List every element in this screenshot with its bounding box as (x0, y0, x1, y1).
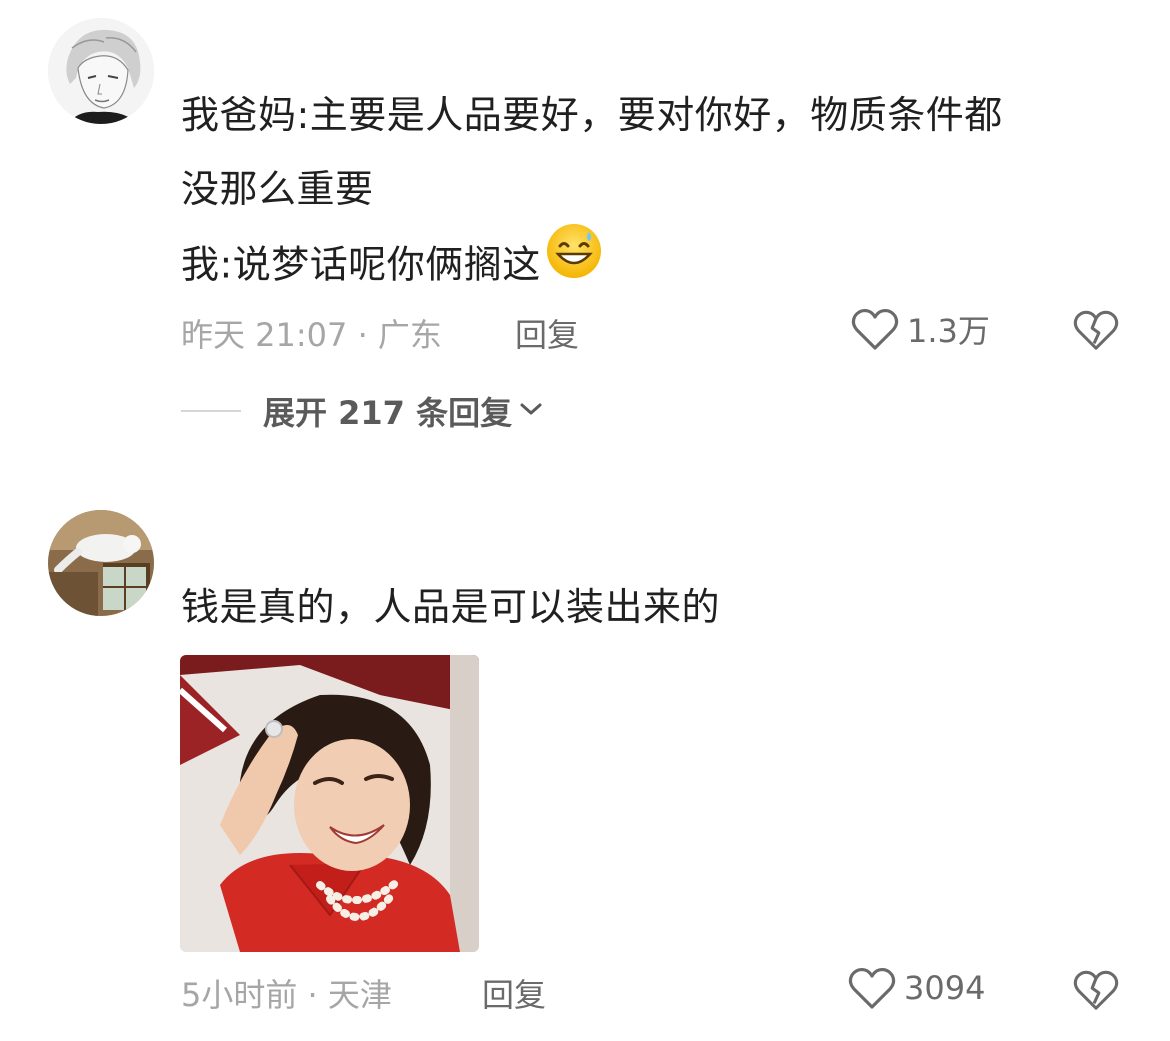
comment-meta: 5小时前 · 天津 (181, 976, 392, 1014)
expand-replies-button[interactable]: 展开 217 条回复 (181, 388, 544, 434)
user-avatar[interactable] (48, 510, 154, 616)
broken-heart-icon (1073, 310, 1119, 350)
divider-line (181, 410, 241, 412)
comment-line: 没那么重要 (181, 167, 374, 211)
woman-red-shirt-meme-image (180, 655, 479, 952)
dislike-button[interactable] (1073, 968, 1119, 1012)
comment-text: 钱是真的，人品是可以装出来的 (181, 570, 1131, 644)
comment-text: 我爸妈:主要是人品要好，要对你好，物质条件都 没那么重要 我:说梦话呢你俩搁这 (181, 78, 1131, 308)
comment-line: 我爸妈:主要是人品要好，要对你好，物质条件都 (181, 93, 1003, 137)
like-button[interactable]: 3094 (848, 966, 985, 1010)
heart-outline-icon (848, 967, 896, 1009)
dislike-button[interactable] (1073, 308, 1119, 352)
comment-line: 我:说梦话呢你俩搁这 (181, 224, 1131, 308)
like-count: 1.3万 (907, 312, 990, 350)
user-avatar[interactable] (48, 18, 154, 124)
grinning-sweat-emoji-icon (545, 222, 603, 304)
like-button[interactable]: 1.3万 (851, 306, 990, 352)
reply-button[interactable]: 回复 (482, 970, 546, 1016)
comment-line-text: 我:说梦话呢你俩搁这 (181, 242, 541, 287)
reply-button[interactable]: 回复 (515, 310, 579, 356)
comment-line: 钱是真的，人品是可以装出来的 (181, 585, 721, 629)
comment-meta: 昨天 21:07 · 广东 (181, 316, 442, 354)
cat-window-avatar-image (48, 510, 154, 616)
heart-outline-icon (851, 308, 899, 350)
like-count: 3094 (904, 969, 986, 1007)
broken-heart-icon (1073, 970, 1119, 1010)
comment-image[interactable] (180, 655, 479, 952)
expand-replies-label: 展开 217 条回复 (263, 394, 513, 432)
chevron-down-icon (518, 399, 544, 423)
sketch-man-avatar-image (48, 18, 154, 124)
